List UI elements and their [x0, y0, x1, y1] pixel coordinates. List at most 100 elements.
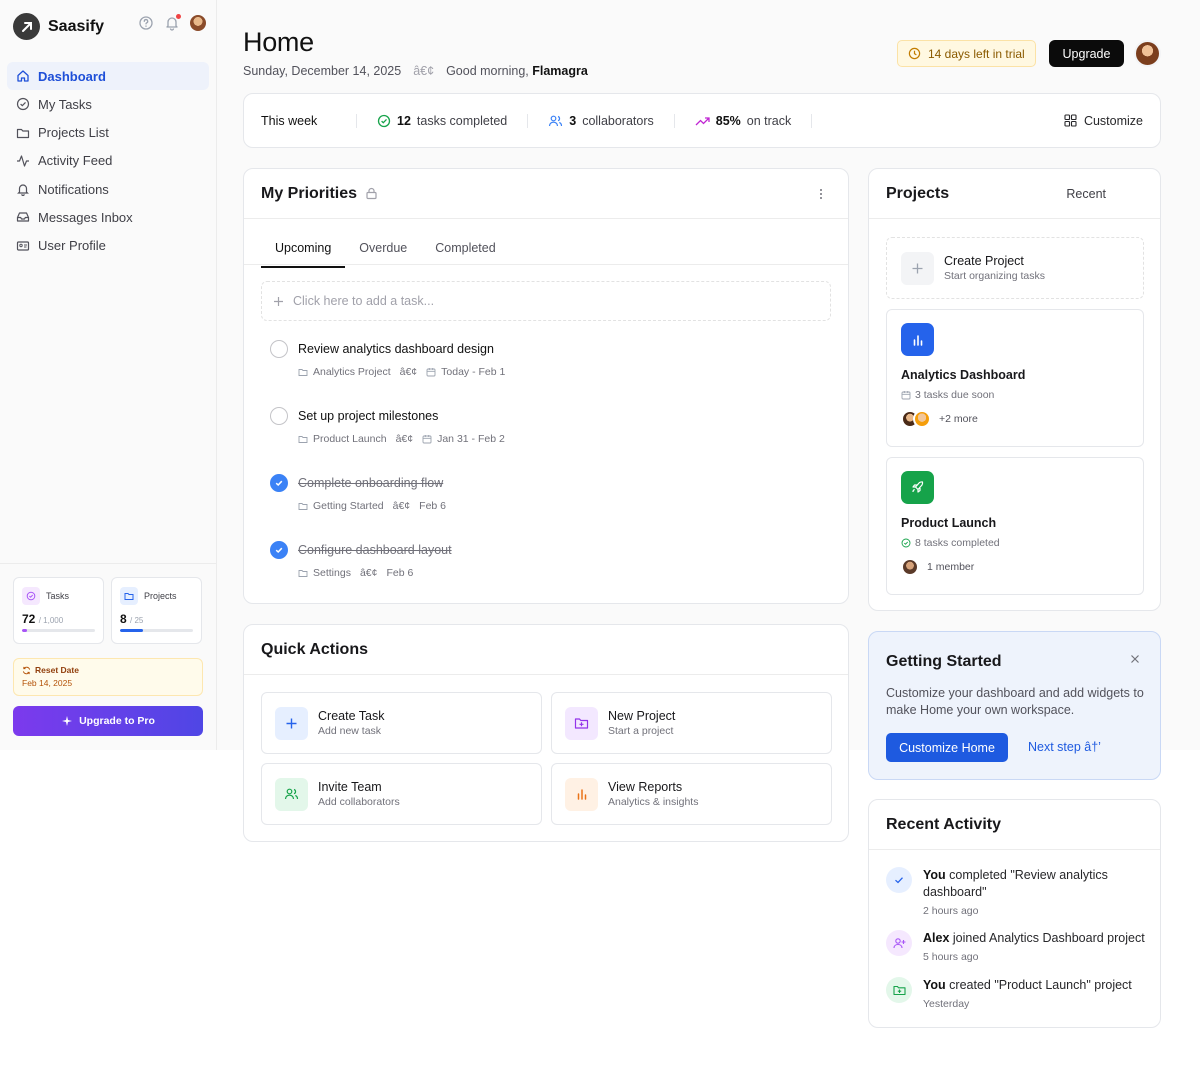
- customize-button[interactable]: Customize: [1064, 114, 1143, 128]
- create-task-action[interactable]: Create Task Add new task: [261, 692, 542, 754]
- close-icon[interactable]: [1130, 654, 1140, 664]
- action-title: Create Task: [318, 709, 385, 723]
- tab-completed[interactable]: Completed: [421, 231, 509, 268]
- calendar-icon: [426, 368, 436, 377]
- tasks-completed-stat: 12 tasks completed: [357, 113, 529, 128]
- project-card-analytics-dashboard[interactable]: Analytics Dashboard 3 tasks due soon +2 …: [886, 309, 1144, 447]
- sidebar-item-activity-feed[interactable]: Activity Feed: [7, 147, 209, 175]
- project-name: Analytics Dashboard: [901, 368, 1026, 382]
- quick-actions-title: Quick Actions: [261, 640, 368, 658]
- greeting: Good morning,: [446, 64, 529, 78]
- meta-separator: â€¢: [392, 500, 411, 512]
- folder-plus-icon: [565, 706, 598, 740]
- activity-item[interactable]: You created "Product Launch" project Yes…: [886, 977, 1148, 1010]
- tabs-divider: [244, 264, 848, 265]
- activity-time: 5 hours ago: [923, 951, 979, 963]
- plus-icon: [274, 296, 283, 306]
- sidebar-item-label: Notifications: [38, 181, 109, 197]
- activity-item[interactable]: Alex joined Analytics Dashboard project …: [886, 930, 1148, 963]
- sparkles-icon: [62, 716, 73, 726]
- trial-badge[interactable]: 14 days left in trial: [897, 40, 1036, 67]
- bell-icon[interactable]: [164, 14, 181, 31]
- project-name: Product Launch: [901, 516, 997, 530]
- task-date: Jan 31 - Feb 2: [437, 433, 505, 445]
- on-track-label: on track: [746, 113, 792, 128]
- task-date: Feb 6: [386, 567, 414, 579]
- upgrade-to-pro-button[interactable]: Upgrade to Pro: [13, 706, 203, 736]
- trial-text: 14 days left in trial: [928, 46, 1025, 61]
- meta-separator: â€¢: [395, 433, 414, 445]
- project-meta: 8 tasks completed: [915, 537, 1000, 549]
- more-vertical-icon[interactable]: [819, 188, 823, 200]
- collaborators-label: collaborators: [582, 113, 654, 128]
- projects-card: Projects Recent Create Project Start org…: [868, 168, 1161, 611]
- folder-icon: [298, 570, 308, 577]
- invite-team-action[interactable]: Invite Team Add collaborators: [261, 763, 542, 825]
- brand[interactable]: Saasify: [13, 13, 104, 40]
- projects-stat-total: / 25: [130, 616, 144, 625]
- sidebar-item-notifications[interactable]: Notifications: [7, 175, 209, 203]
- task-item[interactable]: Set up project milestones Product Launch…: [270, 407, 830, 445]
- getting-started-text: Customize your dashboard and add widgets…: [886, 686, 1144, 717]
- avatar[interactable]: [190, 15, 206, 31]
- new-project-action[interactable]: New Project Start a project: [551, 692, 832, 754]
- create-project-subtitle: Start organizing tasks: [944, 270, 1045, 282]
- task-checkbox-checked[interactable]: [270, 474, 288, 492]
- check-icon: [886, 867, 912, 893]
- task-item[interactable]: Review analytics dashboard design Analyt…: [270, 340, 830, 378]
- tasks-stat-card[interactable]: Tasks 72 / 1,000: [13, 577, 104, 644]
- task-item[interactable]: Configure dashboard layout Settings â€¢ …: [270, 541, 830, 579]
- sidebar-divider: [0, 563, 216, 564]
- next-step-link[interactable]: Next step â†’: [1028, 740, 1101, 754]
- activity-item[interactable]: You completed "Review analytics dashboar…: [886, 867, 1148, 917]
- calendar-icon: [422, 435, 432, 444]
- brand-tools: [138, 14, 206, 31]
- sidebar-item-projects-list[interactable]: Projects List: [7, 119, 209, 147]
- upgrade-to-pro-label: Upgrade to Pro: [79, 715, 155, 727]
- projects-progress-bar: [120, 629, 193, 632]
- on-track-stat: 85% on track: [675, 113, 813, 128]
- task-item[interactable]: Complete onboarding flow Getting Started…: [270, 474, 830, 512]
- tab-upcoming[interactable]: Upcoming: [261, 231, 346, 268]
- projects-stat-label: Projects: [144, 591, 177, 601]
- customize-home-button[interactable]: Customize Home: [886, 733, 1008, 762]
- sidebar-item-messages-inbox[interactable]: Messages Inbox: [7, 203, 209, 231]
- tasks-stat-total: / 1,000: [38, 616, 64, 625]
- meta-separator: â€¢: [359, 567, 378, 579]
- recent-activity-card: Recent Activity You completed "Review an…: [868, 799, 1161, 1028]
- sidebar-item-user-profile[interactable]: User Profile: [7, 232, 209, 260]
- tasks-stat-value: 72: [22, 612, 36, 626]
- user-avatar[interactable]: [1134, 40, 1161, 67]
- check-circle-icon: [16, 98, 30, 111]
- user-plus-icon: [886, 930, 912, 956]
- sidebar-item-label: Dashboard: [38, 68, 106, 84]
- project-card-product-launch[interactable]: Product Launch 8 tasks completed 1 membe…: [886, 457, 1144, 595]
- create-project-button[interactable]: Create Project Start organizing tasks: [886, 237, 1144, 299]
- sidebar-item-dashboard[interactable]: Dashboard: [7, 62, 209, 90]
- folder-icon: [120, 587, 138, 605]
- check-icon: [275, 480, 283, 487]
- getting-started-card: Getting Started Customize your dashboard…: [868, 631, 1161, 780]
- user-name: Flamagra: [532, 64, 588, 78]
- upgrade-button[interactable]: Upgrade: [1049, 40, 1124, 67]
- task-checkbox[interactable]: [270, 340, 288, 358]
- tab-overdue[interactable]: Overdue: [345, 231, 421, 268]
- recent-filter[interactable]: Recent: [1066, 187, 1106, 201]
- reset-label: Reset Date: [35, 665, 79, 675]
- page-title: Home: [243, 27, 314, 57]
- weekly-summary: This week 12 tasks completed 3 collabora…: [243, 93, 1161, 148]
- task-checkbox[interactable]: [270, 407, 288, 425]
- folder-icon: [298, 369, 308, 376]
- tasks-completed-label: tasks completed: [416, 113, 508, 128]
- view-reports-action[interactable]: View Reports Analytics & insights: [551, 763, 832, 825]
- tasks-progress-fill: [22, 629, 28, 632]
- help-icon[interactable]: [138, 15, 154, 31]
- task-checkbox-checked[interactable]: [270, 541, 288, 559]
- task-date: Feb 6: [419, 500, 447, 512]
- projects-stat-card[interactable]: Projects 8 / 25: [111, 577, 202, 644]
- add-task-input[interactable]: Click here to add a task...: [261, 281, 831, 321]
- brand-name: Saasify: [48, 17, 105, 35]
- action-subtitle: Add collaborators: [318, 796, 400, 808]
- sidebar-item-my-tasks[interactable]: My Tasks: [7, 90, 209, 118]
- clock-icon: [908, 47, 921, 60]
